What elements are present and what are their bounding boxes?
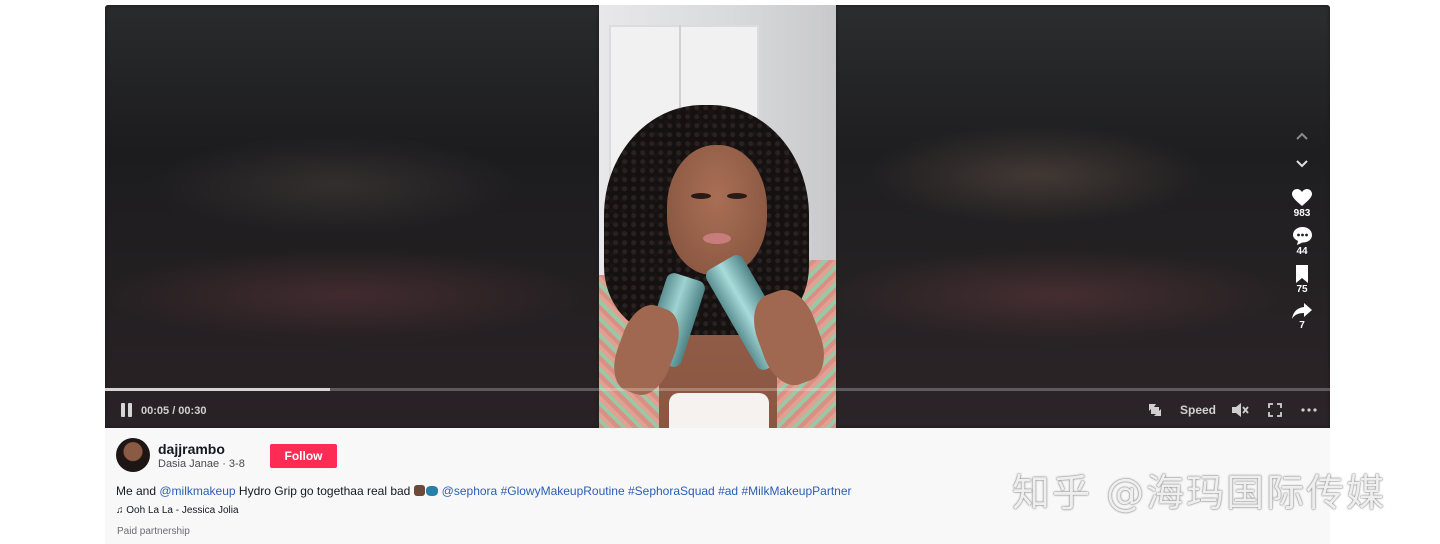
- hashtag-link[interactable]: #SephoraSquad: [628, 484, 715, 498]
- fullscreen-icon[interactable]: [1266, 401, 1284, 419]
- mention-link[interactable]: @sephora: [442, 484, 498, 498]
- comment-count: 44: [1296, 246, 1308, 257]
- paid-partnership-label: Paid partnership: [117, 526, 190, 537]
- author-username[interactable]: dajjrambo: [158, 441, 225, 457]
- video-frame[interactable]: [599, 5, 836, 428]
- action-sidebar: 983 44 75 7: [1290, 125, 1314, 331]
- speed-button[interactable]: Speed: [1180, 403, 1216, 417]
- follow-button[interactable]: Follow: [270, 444, 337, 468]
- more-icon[interactable]: [1300, 401, 1318, 419]
- blurred-background-right: [836, 5, 1330, 428]
- mute-icon[interactable]: [1232, 401, 1250, 419]
- avatar[interactable]: [116, 438, 150, 472]
- save-button[interactable]: 75: [1295, 265, 1309, 295]
- mention-link[interactable]: @milkmakeup: [159, 484, 235, 498]
- watermark: 知乎 @海玛国际传媒: [1012, 471, 1387, 515]
- progress-fill: [105, 388, 331, 391]
- comment-button[interactable]: 44: [1292, 227, 1312, 257]
- music-link[interactable]: ♫ Ooh La La - Jessica Jolia: [116, 505, 239, 516]
- save-count: 75: [1296, 284, 1308, 295]
- emoji-icon: [425, 486, 438, 496]
- control-bar: 00:05 / 00:30 Speed: [105, 397, 1330, 423]
- video-player[interactable]: 983 44 75 7 00:05 / 00:30 Speed: [105, 5, 1330, 428]
- author-subline: Dasia Janae · 3-8: [158, 458, 245, 470]
- video-caption: Me and @milkmakeup Hydro Grip go togetha…: [116, 484, 852, 498]
- time-readout: 00:05 / 00:30: [141, 405, 207, 417]
- chevron-down-icon[interactable]: [1291, 153, 1313, 175]
- hashtag-link[interactable]: #ad: [718, 484, 738, 498]
- share-count: 7: [1299, 320, 1305, 331]
- hashtag-link[interactable]: #MilkMakeupPartner: [741, 484, 851, 498]
- blurred-background-left: [105, 5, 599, 428]
- like-button[interactable]: 983: [1292, 189, 1312, 219]
- picture-in-picture-icon[interactable]: [1146, 401, 1164, 419]
- progress-bar[interactable]: [105, 388, 1330, 391]
- comment-icon: [1292, 227, 1312, 245]
- heart-icon: [1292, 189, 1312, 206]
- share-button[interactable]: 7: [1292, 303, 1312, 331]
- like-count: 983: [1293, 208, 1311, 219]
- bookmark-icon: [1296, 265, 1308, 283]
- pause-button[interactable]: [120, 403, 134, 417]
- share-icon: [1292, 303, 1312, 319]
- emoji-icon: [413, 485, 425, 496]
- hashtag-link[interactable]: #GlowyMakeupRoutine: [501, 484, 625, 498]
- chevron-up-icon[interactable]: [1291, 125, 1313, 147]
